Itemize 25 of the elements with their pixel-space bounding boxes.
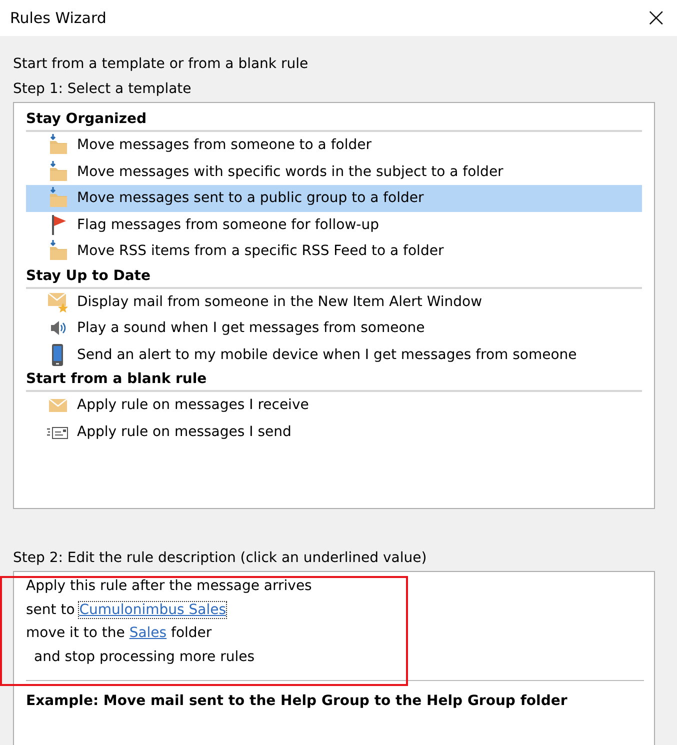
template-item[interactable]: Apply rule on messages I send bbox=[26, 418, 642, 445]
template-item[interactable]: Move messages from someone to a folder bbox=[26, 132, 642, 158]
instruction-text: Start from a template or from a blank rule bbox=[13, 55, 310, 74]
template-item[interactable]: Display mail from someone in the New Item Alert Window bbox=[26, 288, 642, 315]
template-item[interactable]: Send an alert to my mobile device when I get messages from someone bbox=[26, 342, 642, 368]
template-item[interactable]: Apply rule on messages I receive bbox=[26, 392, 642, 418]
group-header: Stay Organized bbox=[26, 108, 642, 132]
template-item[interactable]: Play a sound when I get messages from someone bbox=[26, 315, 642, 342]
description-line: Apply this rule after the message arrives bbox=[26, 577, 313, 596]
window-title: Rules Wizard bbox=[10, 9, 106, 27]
description-line: and stop processing more rules bbox=[33, 648, 256, 667]
group-header: Stay Up to Date bbox=[26, 264, 642, 288]
template-item[interactable]: Move messages with specific words in the subject to a folder bbox=[26, 158, 642, 185]
template-item[interactable]: Move RSS items from a specific RSS Feed to a folder bbox=[26, 238, 642, 264]
group-header: Start from a blank rule bbox=[26, 368, 642, 392]
step-label: Step 1: Select a template bbox=[13, 80, 192, 99]
value-link[interactable]: Cumulonimbus Sales bbox=[79, 602, 226, 618]
value-link[interactable]: Sales bbox=[129, 625, 167, 642]
example-text: Example: Move mail sent to the Help Group to the Help Group folder bbox=[26, 692, 568, 710]
description-line: sent to Cumulonimbus Sales bbox=[26, 600, 228, 620]
step-label: Step 2: Edit the rule description (click an underlined value) bbox=[13, 549, 428, 568]
template-item[interactable]: Flag messages from someone for follow-up bbox=[26, 212, 642, 238]
close-button[interactable]: × bbox=[635, 0, 677, 36]
description-line: move it to the Sales folder bbox=[26, 624, 213, 644]
template-item[interactable]: Move messages sent to a public group to a folder bbox=[26, 185, 642, 212]
